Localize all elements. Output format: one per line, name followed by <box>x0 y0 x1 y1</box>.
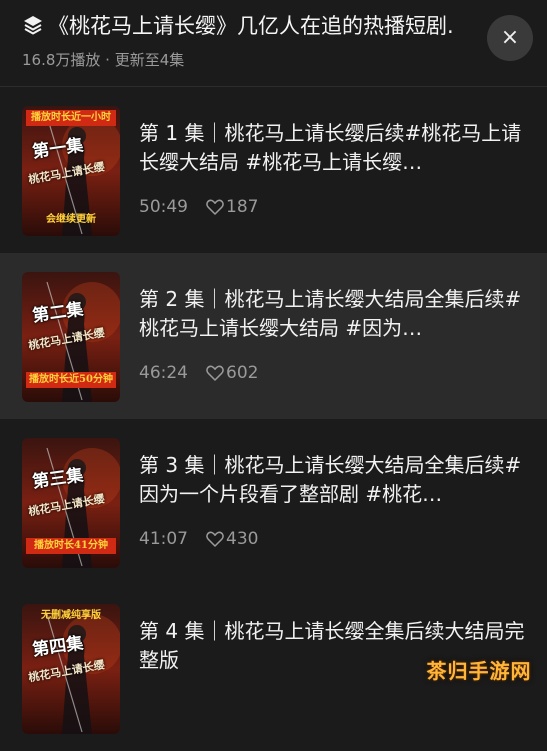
episode-item[interactable]: 第三集 桃花马上请长缨 播放时长41分钟第 3 集｜桃花马上请长缨大结局全集后续#因… <box>0 419 547 585</box>
poster-episode-text: 第三集 <box>31 465 85 493</box>
episode-likes: 602 <box>226 363 259 383</box>
poster-show-title: 桃花马上请长缨 <box>27 492 106 519</box>
episode-title[interactable]: 第 2 集｜桃花马上请长缨大结局全集后续#桃花马上请长缨大结局 #因为… <box>139 285 531 343</box>
episode-item[interactable]: 播放时长近一小时 第一集 桃花马上请长缨 会继续更新第 1 集｜桃花马上请长缨后续#桃… <box>0 87 547 253</box>
poster-episode-text: 第二集 <box>31 299 85 327</box>
poster-bottom-text: 会继续更新 <box>46 214 96 225</box>
poster-show-title: 桃花马上请长缨 <box>27 160 106 187</box>
watermark-logo: 茶归手游网 <box>414 652 544 686</box>
episode-duration: 41:07 <box>139 529 188 549</box>
episode-thumbnail[interactable]: 第二集 桃花马上请长缨播放时长近50分钟 <box>22 272 120 402</box>
episode-meta: 41:07 430 <box>139 529 258 549</box>
poster-episode-text: 第四集 <box>31 633 85 661</box>
episode-thumbnail[interactable]: 第三集 桃花马上请长缨播放时长41分钟 <box>22 438 120 568</box>
heart-icon <box>206 365 224 381</box>
poster-bottom-text: 播放时长41分钟 <box>26 538 116 554</box>
episode-item[interactable]: 第二集 桃花马上请长缨 播放时长近50分钟第 2 集｜桃花马上请长缨大结局全集后续#… <box>0 253 547 419</box>
episode-likes: 430 <box>226 529 259 549</box>
episode-likes: 187 <box>226 197 259 217</box>
episode-thumbnail[interactable]: 无删减纯享版第四集 桃花马上请长缨 <box>22 604 120 734</box>
episode-meta: 46:24 602 <box>139 363 258 383</box>
poster-episode-text: 第一集 <box>31 135 85 163</box>
poster-bottom-text: 播放时长近50分钟 <box>26 372 116 388</box>
poster-show-title: 桃花马上请长缨 <box>27 658 106 685</box>
heart-icon <box>206 199 224 215</box>
heart-icon <box>206 531 224 547</box>
episode-meta: 50:49 187 <box>139 197 258 217</box>
episode-duration: 50:49 <box>139 197 188 217</box>
layers-icon <box>24 16 42 35</box>
close-icon: × <box>500 25 520 50</box>
poster-banner-text: 播放时长近一小时 <box>26 110 116 126</box>
poster-show-title: 桃花马上请长缨 <box>27 326 106 353</box>
poster-banner-text: 无删减纯享版 <box>41 610 101 621</box>
episode-title[interactable]: 第 3 集｜桃花马上请长缨大结局全集后续#因为一个片段看了整部剧 #桃花… <box>139 451 531 509</box>
watermark-text: 茶归手游网 <box>426 658 532 683</box>
header: 《桃花马上请长缨》几亿人在追的热播短剧. 16.8万播放 · 更新至4集 × <box>0 0 547 86</box>
close-button[interactable]: × <box>487 15 533 61</box>
playlist-subtitle: 16.8万播放 · 更新至4集 <box>22 51 185 69</box>
episode-duration: 46:24 <box>139 363 188 383</box>
playlist-title: 《桃花马上请长缨》几亿人在追的热播短剧. <box>48 14 454 38</box>
episode-title[interactable]: 第 1 集｜桃花马上请长缨后续#桃花马上请长缨大结局 #桃花马上请长缨… <box>139 119 531 177</box>
episode-thumbnail[interactable]: 播放时长近一小时第一集 桃花马上请长缨会继续更新 <box>22 106 120 236</box>
